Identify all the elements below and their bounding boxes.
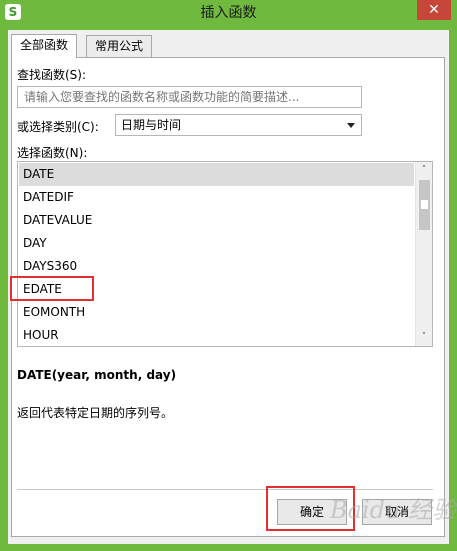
list-item[interactable]: DATEDIF (19, 186, 414, 209)
scroll-up-icon[interactable]: ˄ (416, 162, 432, 179)
insert-function-dialog: S 插入函数 ✕ 全部函数 常用公式 查找函数(S): 或选择类别(C): 日期… (0, 0, 457, 551)
close-button[interactable]: ✕ (417, 0, 451, 20)
list-item[interactable]: HOUR (19, 324, 414, 346)
dialog-body: 全部函数 常用公式 查找函数(S): 或选择类别(C): 日期与时间 选择函数(… (8, 30, 449, 544)
list-scrollbar[interactable]: ˄ ˅ (415, 162, 432, 346)
scroll-thumb[interactable] (419, 180, 430, 230)
function-listbox[interactable]: DATE DATEDIF DATEVALUE DAY DAYS360 EDATE… (17, 161, 433, 347)
search-input[interactable] (17, 86, 362, 108)
category-label: 或选择类别(C): (17, 120, 99, 134)
search-label: 查找函数(S): (17, 68, 87, 82)
tab-panel: 查找函数(S): 或选择类别(C): 日期与时间 选择函数(N): DATE D… (10, 57, 445, 537)
list-item[interactable]: DATEVALUE (19, 209, 414, 232)
list-item[interactable]: DAYS360 (19, 255, 414, 278)
tab-common-formulas[interactable]: 常用公式 (86, 35, 153, 57)
list-item[interactable]: DAY (19, 232, 414, 255)
function-description: 返回代表特定日期的序列号。 (17, 406, 174, 420)
dialog-title: 插入函数 (200, 5, 257, 21)
list-item[interactable]: DATE (19, 163, 414, 186)
function-signature: DATE(year, month, day) (17, 368, 177, 382)
dropdown-arrow-icon (347, 123, 355, 128)
list-item[interactable]: EOMONTH (19, 301, 414, 324)
watermark: Baidu 经验 (330, 496, 457, 524)
title-bar[interactable]: S 插入函数 ✕ (0, 0, 457, 26)
category-value: 日期与时间 (121, 118, 182, 132)
scroll-down-icon[interactable]: ˅ (416, 329, 432, 346)
edate-highlight-box (10, 276, 94, 301)
function-list-label: 选择函数(N): (17, 146, 88, 160)
tab-all-functions[interactable]: 全部函数 (11, 34, 78, 58)
category-select[interactable]: 日期与时间 (115, 114, 362, 136)
scroll-grip (421, 200, 428, 209)
